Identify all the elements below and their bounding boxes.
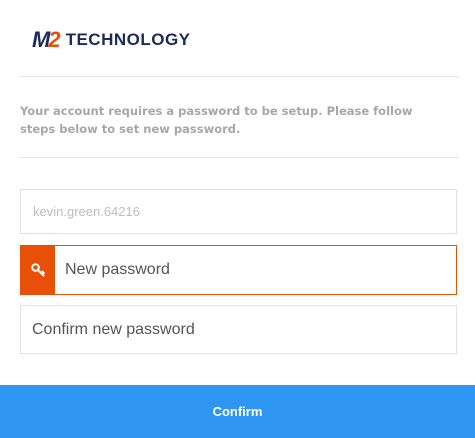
new-password-input[interactable] [55, 245, 456, 295]
brand-logo: M2 TECHNOLOGY [32, 27, 191, 53]
instructions-text: Your account requires a password to be s… [20, 104, 413, 136]
username-value: kevin.green.64216 [33, 204, 140, 219]
confirm-button[interactable]: Confirm [0, 385, 475, 438]
logo-text: TECHNOLOGY [65, 30, 191, 49]
logo-mark-m: M [32, 27, 50, 52]
new-password-field[interactable] [20, 245, 457, 295]
key-icon [21, 246, 55, 294]
logo-mark: M2 [32, 27, 61, 53]
key-icon-graphic [31, 263, 45, 277]
divider-bottom [20, 157, 459, 158]
username-field: kevin.green.64216 [20, 189, 457, 234]
confirm-password-input[interactable] [21, 305, 456, 354]
logo-mark-2: 2 [48, 27, 60, 52]
confirm-password-field[interactable] [20, 305, 457, 354]
divider-top [20, 76, 459, 77]
